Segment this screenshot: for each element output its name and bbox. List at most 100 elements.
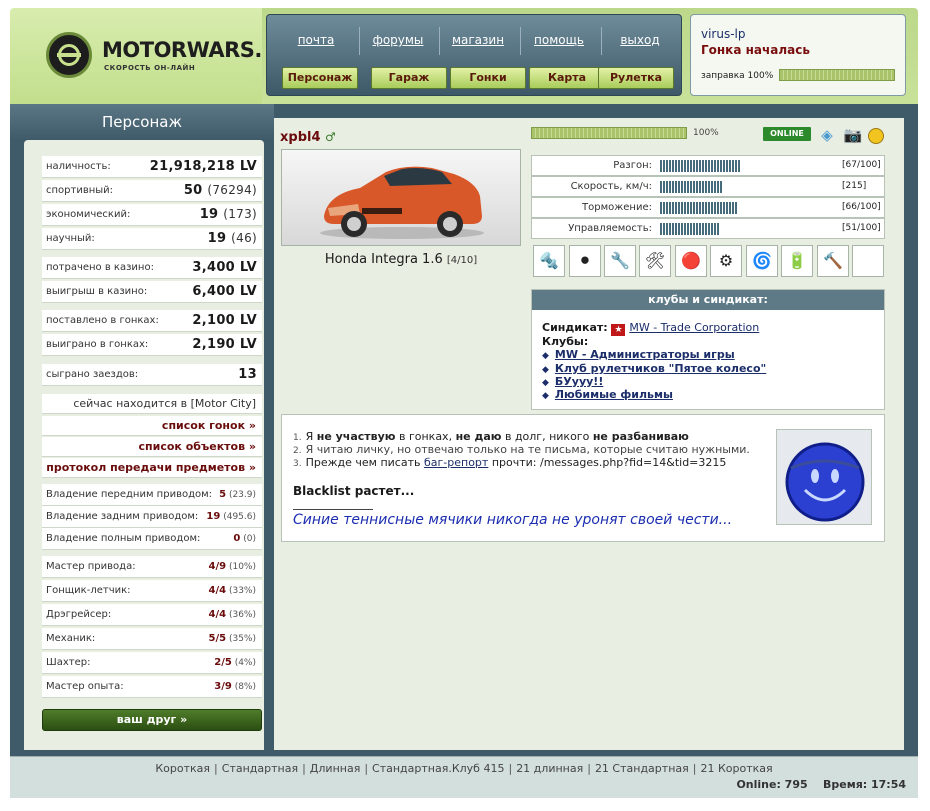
rule-line: 2. Я читаю личку, но отвечаю только на те… xyxy=(293,443,750,456)
skill-label: Мастер опыта: xyxy=(46,681,124,692)
diamond-icon[interactable]: ◈ xyxy=(817,125,837,145)
stat-row-casino-spent: потрачено в казино: 3,400 LV xyxy=(42,257,262,279)
drive-label: Владение задним приводом: xyxy=(46,511,199,522)
track-link[interactable]: 21 Стандартная xyxy=(595,762,689,775)
empty-part-slot[interactable] xyxy=(852,245,884,277)
car-illustration xyxy=(320,166,484,239)
track-link[interactable]: Длинная xyxy=(310,762,361,775)
skill-row: Дрэгрейсер: 4/4 (36%) xyxy=(42,604,262,626)
nav-forums-link[interactable]: форумы xyxy=(359,33,437,47)
skill-row: Мастер привода: 4/9 (10%) xyxy=(42,556,262,578)
track-link[interactable]: Стандартная.Клуб 415 xyxy=(372,762,504,775)
user-area: virus-lp Гонка началась заправка 100% xyxy=(686,8,918,104)
nav-shop-link[interactable]: магазин xyxy=(439,33,517,47)
spec-bar xyxy=(660,223,720,235)
stat-value: 50 (76294) xyxy=(183,183,257,198)
sidebar-title-bar: Персонаж xyxy=(10,104,274,140)
stat-row-races-played: сыграно заездов: 13 xyxy=(42,364,262,386)
spec-label: Разгон: xyxy=(613,160,652,171)
club-link[interactable]: Любимые фильмы xyxy=(555,388,673,401)
drive-value: 19 (495.6) xyxy=(206,511,256,522)
skill-label: Гонщик-летчик: xyxy=(46,585,131,596)
skill-label: Механик: xyxy=(46,633,96,644)
bug-report-link[interactable]: баг-репорт xyxy=(424,456,488,469)
location-row: сейчас находится в [Motor City] xyxy=(42,394,262,414)
logo-area: MOTORWARS.RU СКОРОСТЬ ОН-ЛАЙН xyxy=(10,8,295,104)
engine-icon[interactable]: 🔋 xyxy=(781,245,813,277)
tab-roulette[interactable]: Рулетка xyxy=(598,67,674,89)
tab-races[interactable]: Гонки xyxy=(450,67,526,89)
skill-label: Дрэгрейсер: xyxy=(46,609,112,620)
bullet-icon: ◆ xyxy=(542,378,549,388)
spec-row-braking: Торможение: [66/100] xyxy=(531,197,885,218)
skill-value: 5/5 (35%) xyxy=(208,633,256,644)
object-list-link[interactable]: список объектов » xyxy=(42,437,262,457)
site-header: MOTORWARS.RU СКОРОСТЬ ОН-ЛАЙН почта фору… xyxy=(10,8,918,104)
tire-icon[interactable]: ⚫ xyxy=(569,245,601,277)
club-link[interactable]: MW - Администраторы игры xyxy=(555,348,735,361)
race-status: Гонка началась xyxy=(701,43,810,57)
syndicate-link[interactable]: MW - Trade Corporation xyxy=(629,321,759,334)
blacklist-text: Blacklist растет... xyxy=(293,484,415,498)
track-link[interactable]: 21 длинная xyxy=(516,762,583,775)
player-nickname[interactable]: xpbl4 ♂ xyxy=(280,130,336,145)
navigation-panel: почта форумы магазин помощь выход Персон… xyxy=(266,14,682,96)
spec-row-speed: Скорость, км/ч: [215] xyxy=(531,176,885,197)
spec-row-acceleration: Разгон: [67/100] xyxy=(531,155,885,176)
footer-stats: Online: 795 Время: 17:54 xyxy=(736,778,906,791)
stat-value: 2,100 LV xyxy=(192,313,257,328)
skill-value: 4/4 (36%) xyxy=(208,609,256,620)
transfer-log-link[interactable]: протокол передачи предметов » xyxy=(42,458,262,478)
bullet-icon: ◆ xyxy=(542,351,549,361)
nav-help-link[interactable]: помощь xyxy=(520,33,598,47)
car-grade: [4/10] xyxy=(446,255,478,266)
gear-icon[interactable]: ⚙ xyxy=(710,245,742,277)
server-time: Время: 17:54 xyxy=(822,778,906,791)
spec-bar xyxy=(660,202,738,214)
skill-value: 3/9 (8%) xyxy=(214,681,256,692)
turbo-icon[interactable]: 🌀 xyxy=(746,245,778,277)
drive-value: 5 (23.9) xyxy=(219,489,256,500)
stat-row-sport: спортивный: 50 (76294) xyxy=(42,180,262,202)
track-link[interactable]: Короткая xyxy=(155,762,210,775)
skill-label: Шахтер: xyxy=(46,657,91,668)
track-link[interactable]: 21 Короткая xyxy=(700,762,772,775)
stat-label: наличность: xyxy=(46,161,111,172)
club-link[interactable]: БУууу!! xyxy=(555,375,603,388)
rule-line: 1. Я не участвую в гонках, не даю в долг,… xyxy=(293,430,689,443)
race-list-link[interactable]: список гонок » xyxy=(42,416,262,436)
suspension-icon[interactable]: 🔩 xyxy=(533,245,565,277)
stat-row-casino-won: выигрыш в казино: 6,400 LV xyxy=(42,281,262,303)
brake-icon[interactable]: 🛠 xyxy=(639,245,671,277)
nav-exit-link[interactable]: выход xyxy=(601,33,679,47)
car-photo[interactable] xyxy=(281,149,521,246)
logo-icon[interactable] xyxy=(46,32,92,78)
online-count: Online: 795 xyxy=(736,778,808,791)
spec-value: [67/100] xyxy=(842,160,881,170)
tab-garage[interactable]: Гараж xyxy=(371,67,447,89)
drive-label: Владение передним приводом: xyxy=(46,489,213,500)
user-name[interactable]: virus-lp xyxy=(701,27,746,41)
spec-label: Скорость, км/ч: xyxy=(570,181,652,192)
club-item: ◆ Любимые фильмы xyxy=(542,388,673,401)
spec-row-handling: Управляемость: [51/100] xyxy=(531,218,885,239)
tab-map[interactable]: Карта xyxy=(529,67,605,89)
spec-value: [51/100] xyxy=(842,223,881,233)
brake-disc-icon[interactable]: 🔴 xyxy=(675,245,707,277)
syndicate-line: Синдикат: ★ MW - Trade Corporation xyxy=(542,321,760,336)
clubs-label: Клубы: xyxy=(542,335,589,348)
add-friend-button[interactable]: ваш друг » xyxy=(42,709,262,731)
drive-label: Владение полным приводом: xyxy=(46,533,201,544)
stat-row-science: научный: 19 (46) xyxy=(42,228,262,250)
nav-mail-link[interactable]: почта xyxy=(277,33,355,47)
club-link[interactable]: Клуб рулетчиков "Пятое колесо" xyxy=(555,362,766,375)
bullet-icon: ◆ xyxy=(542,365,549,375)
tab-character[interactable]: Персонаж xyxy=(282,67,358,89)
camera-icon[interactable]: 📷 xyxy=(843,125,863,145)
tool-icon[interactable]: 🔨 xyxy=(817,245,849,277)
track-link[interactable]: Стандартная xyxy=(222,762,298,775)
exhaust-icon[interactable]: 🔧 xyxy=(604,245,636,277)
coin-icon[interactable] xyxy=(866,125,886,145)
location-text[interactable]: сейчас находится в [Motor City] xyxy=(73,397,256,410)
stat-value: 6,400 LV xyxy=(192,284,257,299)
